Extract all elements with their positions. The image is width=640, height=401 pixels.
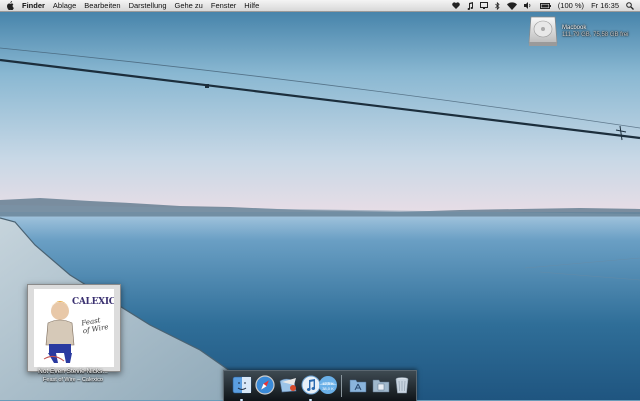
menu-fenster[interactable]: Fenster <box>211 0 236 11</box>
safari-icon[interactable] <box>255 375 275 395</box>
hard-drive-label[interactable]: Macbook 111,79 GB, 75,58 GB frei <box>562 25 628 39</box>
cover-band-name: CALEXICO <box>72 297 114 307</box>
trash-icon[interactable] <box>392 375 412 395</box>
battery-percentage[interactable]: (100 %) <box>558 0 584 11</box>
album-artist: Feast of Wire – Calexico <box>43 377 103 383</box>
mail-icon[interactable] <box>278 375 298 395</box>
menu-darstellung[interactable]: Darstellung <box>129 0 167 11</box>
network-meter-icon[interactable]: 12,5 K 38,0 K <box>318 375 338 395</box>
network-meter-down: 38,0 K <box>322 386 334 391</box>
bluetooth-icon[interactable] <box>495 1 500 10</box>
dock-separator <box>341 375 342 397</box>
volume-icon[interactable] <box>523 2 533 9</box>
wifi-icon[interactable] <box>506 1 517 10</box>
menubar-clock[interactable]: Fr 16:35 <box>591 0 619 11</box>
hard-drive-icon[interactable] <box>528 15 558 47</box>
menu-gehe-zu[interactable]: Gehe zu <box>175 0 203 11</box>
dock: 12,5 K 38,0 K <box>223 370 417 401</box>
battery-icon[interactable] <box>539 2 551 9</box>
menu-bar: Finder Ablage Bearbeiten Darstellung Geh… <box>0 0 640 12</box>
menu-ablage[interactable]: Ablage <box>53 0 76 11</box>
menu-app-finder[interactable]: Finder <box>22 0 45 11</box>
menu-extras: (100 %) Fr 16:35 <box>445 0 634 11</box>
menu-hilfe[interactable]: Hilfe <box>244 0 259 11</box>
drive-name: Macbook <box>562 25 587 31</box>
track-title: Not Even Stevie Nicks... <box>38 368 108 375</box>
finder-icon[interactable] <box>232 375 252 395</box>
display-icon[interactable] <box>479 2 488 9</box>
now-playing-widget[interactable]: CALEXICO Feast of Wire <box>27 284 121 372</box>
heart-icon[interactable] <box>452 2 460 9</box>
apple-menu-icon[interactable] <box>6 0 15 11</box>
applications-folder-icon[interactable] <box>348 375 368 395</box>
now-playing-caption: Not Even Stevie Nicks... Feast of Wire –… <box>20 368 126 384</box>
spotlight-icon[interactable] <box>626 1 634 10</box>
album-cover: CALEXICO Feast of Wire <box>34 289 114 367</box>
music-note-icon[interactable] <box>467 1 473 10</box>
drive-info: 111,79 GB, 75,58 GB frei <box>562 32 629 38</box>
documents-folder-icon[interactable] <box>371 375 391 395</box>
menu-bearbeiten[interactable]: Bearbeiten <box>84 0 120 11</box>
